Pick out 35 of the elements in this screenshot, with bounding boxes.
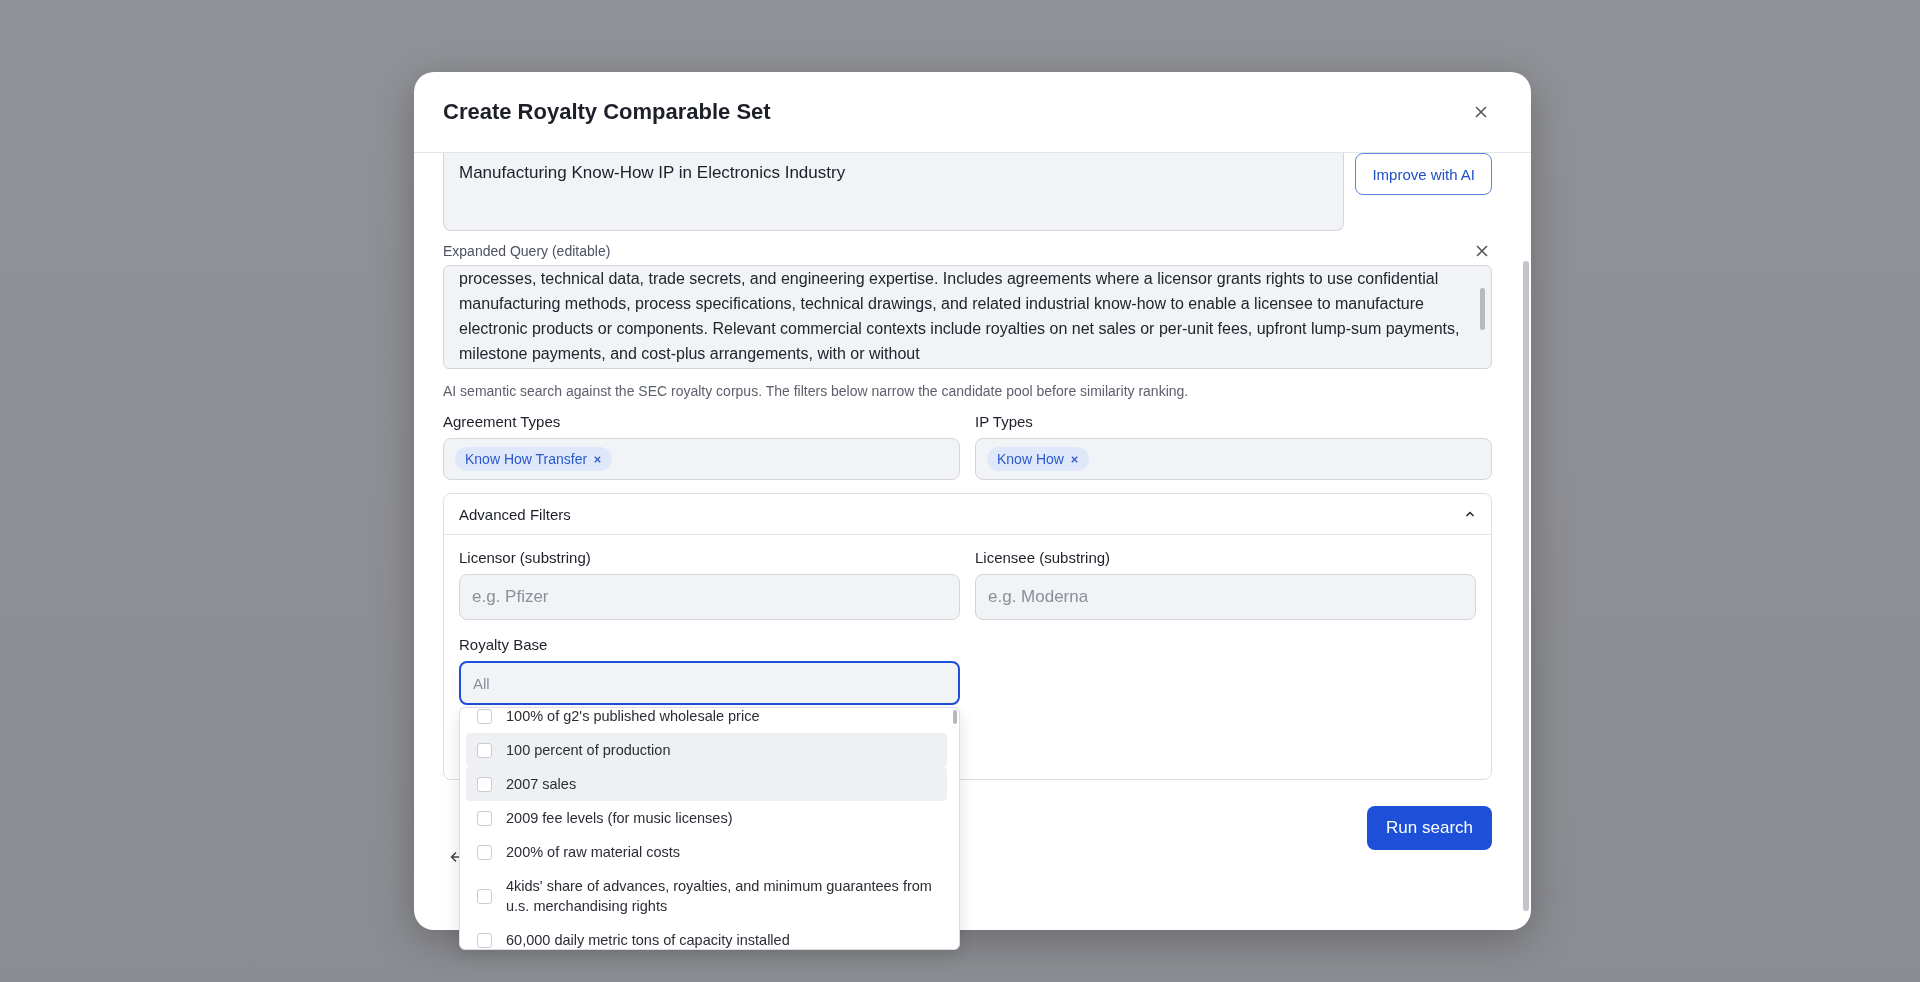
expanded-query-field[interactable]: processes, technical data, trade secrets, and engineering expertise. Includes agreements where a licensor grants rights to use confidential manufacturing methods, process specifications, technical drawings, and related industrial know-how to enable a licensee to manufacture electronic products or components. Relevant commercial contexts include royalties on net sales or per-unit fees, upfront lump-sum payments, milestone payments, and cost-plus arrangements, with or without (443, 265, 1492, 369)
option-row[interactable]: 60,000 daily metric tons of capacity installed (466, 923, 947, 949)
field-label: Licensor (substring) (459, 549, 592, 566)
field-label: Expanded Query (editable) (443, 243, 611, 259)
option-label: 100 percent of production (506, 741, 671, 760)
option-label: 100% of g2's published wholesale price (506, 708, 760, 726)
dialog-title: Create Royalty Comparable Set (443, 99, 771, 125)
option-row[interactable]: 200% of raw material costs (466, 835, 947, 869)
query-field[interactable]: Manufacturing Know-How IP in Electronics Industry (443, 153, 1345, 231)
option-label: 200% of raw material costs (506, 843, 681, 862)
field-label: Royalty Base (459, 636, 549, 653)
licensor-field[interactable]: e.g. Pfizer (459, 574, 960, 620)
accordion-header[interactable]: Advanced Filters (444, 494, 1491, 535)
option-row[interactable]: 100 percent of production (466, 733, 947, 767)
option-row[interactable]: 2007 sales (466, 767, 947, 801)
chip-label: Know How Transfer (465, 451, 588, 467)
chip-label: Know How (997, 451, 1064, 467)
royalty-base-field[interactable]: All (459, 661, 960, 705)
field-label: IP Types (975, 413, 1034, 430)
option-label: 60,000 daily metric tons of capacity installed (506, 931, 790, 949)
option-label: 4kids' share of advances, royalties, and minimum guarantees from u.s. merchandising rights (506, 877, 933, 916)
option-row[interactable]: 2009 fee levels (for music licenses) (466, 801, 947, 835)
option-label: 2009 fee levels (for music licenses) (506, 809, 733, 828)
option-row[interactable]: 100% of g2's published wholesale price (466, 708, 947, 733)
licensee-field[interactable]: e.g. Moderna (975, 574, 1476, 620)
multiselect-field[interactable]: Know How Transfer (443, 438, 960, 480)
option-label: 2007 sales (506, 775, 577, 794)
accordion-title: Advanced Filters (459, 505, 571, 523)
option-row[interactable]: 4kids' share of advances, royalties, and minimum guarantees from u.s. merchandising rights (466, 869, 947, 923)
improve-button[interactable]: Improve with AI (1355, 153, 1492, 195)
run-search-button[interactable]: Run search (1367, 806, 1492, 850)
help-text: AI semantic search against the SEC royalty corpus. The filters below narrow the candidate pool before similarity ranking. (443, 383, 1190, 399)
field-label: Licensee (substring) (975, 549, 1112, 566)
multiselect-field[interactable]: Know How (975, 438, 1492, 480)
field-label: Agreement Types (443, 413, 562, 430)
